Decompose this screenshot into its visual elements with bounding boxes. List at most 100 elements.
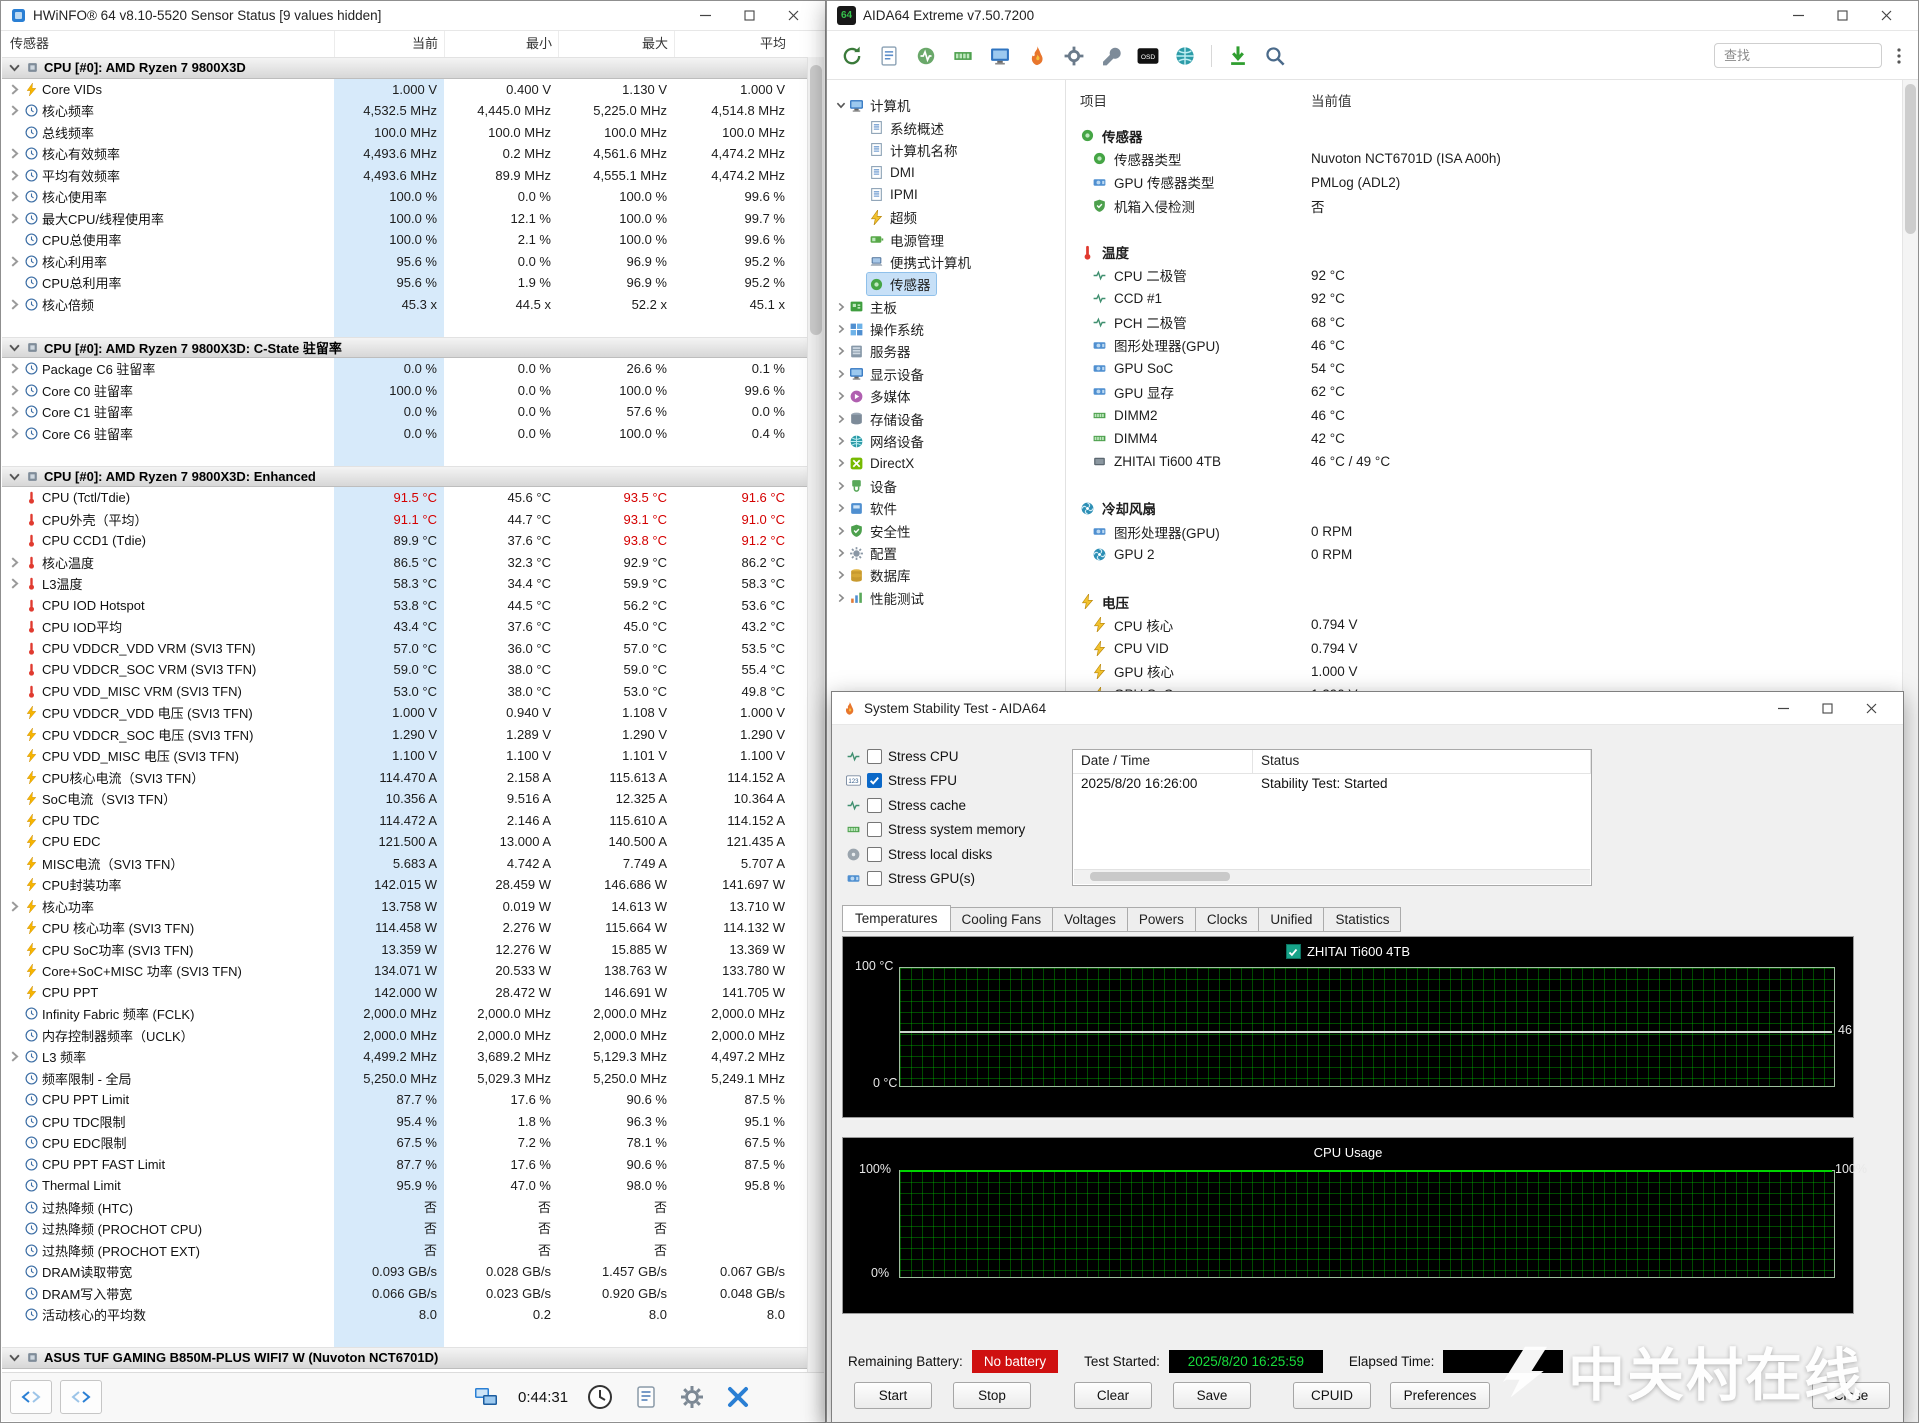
minimize-button[interactable] <box>1761 694 1805 722</box>
tree-item-caption[interactable]: 多媒体 <box>847 385 916 407</box>
hwinfo-sensor-row[interactable]: 过热降频 (HTC) 否 否 否 <box>2 1196 808 1218</box>
hwinfo-sensor-row[interactable]: Core C6 驻留率 0.0 % 0.0 % 100.0 % 0.4 % <box>2 422 808 444</box>
maximize-button[interactable] <box>727 2 771 30</box>
hwinfo-sensor-row[interactable]: 总线频率 100.0 MHz 100.0 MHz 100.0 MHz 100.0 MHz <box>2 121 808 143</box>
column-header-item[interactable]: 项目 <box>1080 90 1107 110</box>
hwinfo-scrollbar[interactable] <box>807 57 824 1372</box>
tree-item-caption[interactable]: DirectX <box>847 455 919 472</box>
tree-item-软件[interactable]: 软件 <box>827 497 1065 519</box>
chevron-right-icon[interactable] <box>835 368 847 380</box>
chevron-right-icon[interactable] <box>835 323 847 335</box>
hwinfo-sensor-row[interactable]: CPU TDC限制 95.4 % 1.8 % 96.3 % 95.1 % <box>2 1110 808 1132</box>
hwinfo-sensor-row[interactable]: CPU总使用率 100.0 % 2.1 % 100.0 % 99.6 % <box>2 229 808 251</box>
hwinfo-section-header[interactable]: ASUS TUF GAMING B850M-PLUS WIFI7 W (Nuvo… <box>2 1347 808 1369</box>
tree-item-设备[interactable]: 设备 <box>827 475 1065 497</box>
close-button[interactable] <box>771 2 815 30</box>
tree-item-性能测试[interactable]: 性能测试 <box>827 587 1065 609</box>
display-icon[interactable] <box>989 45 1011 67</box>
tree-item-caption[interactable]: 计算机 <box>847 94 916 116</box>
tree-item-caption[interactable]: 传感器 <box>866 272 937 297</box>
hwinfo-sensor-row[interactable]: CPU VDDCR_VDD 电压 (SVI3 TFN) 1.000 V 0.940 … <box>2 702 808 724</box>
tree-item-caption[interactable]: 便携式计算机 <box>867 251 976 273</box>
tree-item-caption[interactable]: 电源管理 <box>867 229 949 251</box>
close-button[interactable] <box>1849 694 1893 722</box>
hwinfo-sensor-row[interactable]: DRAM读取带宽 0.093 GB/s 0.028 GB/s 1.457 GB/s 0.… <box>2 1261 808 1283</box>
tree-item-caption[interactable]: 显示设备 <box>847 363 929 385</box>
panel-item-row[interactable]: DIMM4 42 °C <box>1066 427 1903 450</box>
find-icon[interactable] <box>1264 45 1286 67</box>
minimize-button[interactable] <box>1776 2 1820 30</box>
tree-item-主板[interactable]: 主板 <box>827 296 1065 318</box>
panel-item-row[interactable]: CPU 核心 0.794 V <box>1066 613 1903 636</box>
osd-icon[interactable]: OSD <box>1137 45 1159 67</box>
stress-option-stress-cpu[interactable]: Stress CPU <box>846 744 1025 769</box>
panel-group-电压[interactable]: 电压 <box>1066 590 1903 613</box>
burnin-icon[interactable] <box>1026 45 1048 67</box>
checkbox[interactable] <box>867 846 882 862</box>
panel-group-温度[interactable]: 温度 <box>1066 240 1903 263</box>
hwinfo-sensor-row[interactable]: 最大CPU/线程使用率 100.0 % 12.1 % 100.0 % 99.7 % <box>2 207 808 229</box>
hwinfo-sensor-row[interactable]: SoC电流（SVI3 TFN） 10.356 A 9.516 A 12.325 A 10… <box>2 788 808 810</box>
hwinfo-sensor-row[interactable]: CPU 核心功率 (SVI3 TFN) 114.458 W 2.276 W 115.6… <box>2 917 808 939</box>
tree-item-caption[interactable]: 主板 <box>847 296 902 318</box>
log-column-header[interactable]: Status <box>1253 750 1591 773</box>
aida64-scrollbar[interactable] <box>1902 80 1918 1422</box>
hwinfo-sensor-row[interactable]: 核心有效频率 4,493.6 MHz 0.2 MHz 4,561.6 MHz 4,474… <box>2 143 808 165</box>
hwinfo-sensor-row[interactable]: CPU IOD平均 43.4 °C 37.6 °C 45.0 °C 43.2 °C <box>2 616 808 638</box>
refresh-icon[interactable] <box>841 45 863 67</box>
tree-item-caption[interactable]: 网络设备 <box>847 430 929 452</box>
cpuid-button[interactable]: CPUID <box>1293 1382 1371 1409</box>
tree-item-电源管理[interactable]: 电源管理 <box>827 228 1065 250</box>
tree-item-系统概述[interactable]: 系统概述 <box>827 116 1065 138</box>
clock-icon[interactable] <box>586 1383 614 1411</box>
checkbox[interactable] <box>867 797 882 813</box>
chevron-right-icon[interactable] <box>835 525 847 537</box>
tree-item-计算机名称[interactable]: 计算机名称 <box>827 139 1065 161</box>
tree-item-caption[interactable]: 性能测试 <box>847 587 929 609</box>
stress-option-stress-gpu(s)[interactable]: Stress GPU(s) <box>846 867 1025 892</box>
column-header-value[interactable]: 当前值 <box>1311 90 1352 110</box>
tree-item-caption[interactable]: 超频 <box>867 206 922 228</box>
hwinfo-sensor-row[interactable]: CPU (Tctl/Tdie) 91.5 °C 45.6 °C 93.5 °C 91.6… <box>2 487 808 509</box>
log-column-header[interactable]: Date / Time <box>1073 750 1253 773</box>
tree-item-存储设备[interactable]: 存储设备 <box>827 407 1065 429</box>
chevron-right-icon[interactable] <box>835 547 847 559</box>
tree-item-传感器[interactable]: 传感器 <box>827 272 1065 297</box>
hwinfo-sensor-row[interactable]: Infinity Fabric 频率 (FCLK) 2,000.0 MHz 2,00… <box>2 1003 808 1025</box>
checkbox[interactable] <box>867 773 882 789</box>
checkbox[interactable] <box>867 871 882 887</box>
maximize-button[interactable] <box>1805 694 1849 722</box>
hwinfo-sensor-row[interactable]: 核心利用率 95.6 % 0.0 % 96.9 % 95.2 % <box>2 250 808 272</box>
chevron-right-icon[interactable] <box>835 345 847 357</box>
tree-item-DMI[interactable]: DMI <box>827 161 1065 183</box>
search-input[interactable] <box>1714 43 1882 68</box>
minimize-button[interactable] <box>683 2 727 30</box>
tree-item-IPMI[interactable]: IPMI <box>827 184 1065 206</box>
legend-checkbox[interactable] <box>1285 944 1301 959</box>
panel-item-row[interactable]: CPU 二极管 92 °C <box>1066 264 1903 287</box>
hwinfo-forward-button[interactable] <box>60 1380 102 1414</box>
start-button[interactable]: Start <box>854 1382 932 1409</box>
hwinfo-sensor-row[interactable]: Core C1 驻留率 0.0 % 0.0 % 57.6 % 0.0 % <box>2 401 808 423</box>
tree-item-caption[interactable]: DMI <box>867 164 920 181</box>
hwinfo-sensor-row[interactable]: 核心使用率 100.0 % 0.0 % 100.0 % 99.6 % <box>2 186 808 208</box>
hwinfo-sensor-row[interactable]: CPU EDC 121.500 A 13.000 A 140.500 A 121.435… <box>2 831 808 853</box>
clear-button[interactable]: Clear <box>1074 1382 1152 1409</box>
logging-icon[interactable] <box>632 1383 660 1411</box>
hwinfo-sensor-row[interactable]: CPU IOD Hotspot 53.8 °C 44.5 °C 56.2 °C 53.6… <box>2 594 808 616</box>
hwinfo-sensor-row[interactable]: CPU PPT 142.000 W 28.472 W 146.691 W 141.705… <box>2 981 808 1003</box>
hwinfo-sensor-row[interactable]: 核心频率 4,532.5 MHz 4,445.0 MHz 5,225.0 MHz 4,5… <box>2 100 808 122</box>
tab-statistics[interactable]: Statistics <box>1323 907 1402 932</box>
panel-item-row[interactable]: 图形处理器(GPU) 46 °C <box>1066 334 1903 357</box>
tree-item-DirectX[interactable]: DirectX <box>827 452 1065 474</box>
hwinfo-sensor-row[interactable]: 核心倍频 45.3 x 44.5 x 52.2 x 45.1 x <box>2 293 808 315</box>
log-row[interactable]: 2025/8/20 16:26:00 Stability Test: Starte… <box>1073 774 1591 796</box>
stress-option-stress-fpu[interactable]: 123 Stress FPU <box>846 769 1025 794</box>
hwinfo-sensor-row[interactable]: DRAM写入带宽 0.066 GB/s 0.023 GB/s 0.920 GB/s 0.… <box>2 1282 808 1304</box>
tab-cooling-fans[interactable]: Cooling Fans <box>949 907 1054 932</box>
tree-item-便携式计算机[interactable]: 便携式计算机 <box>827 251 1065 273</box>
hwinfo-sensor-row[interactable]: 频率限制 - 全局 5,250.0 MHz 5,029.3 MHz 5,250.0 M… <box>2 1067 808 1089</box>
chevron-right-icon[interactable] <box>835 435 847 447</box>
tab-temperatures[interactable]: Temperatures <box>842 905 951 932</box>
hwinfo-column-header[interactable]: 最小 <box>444 31 558 57</box>
